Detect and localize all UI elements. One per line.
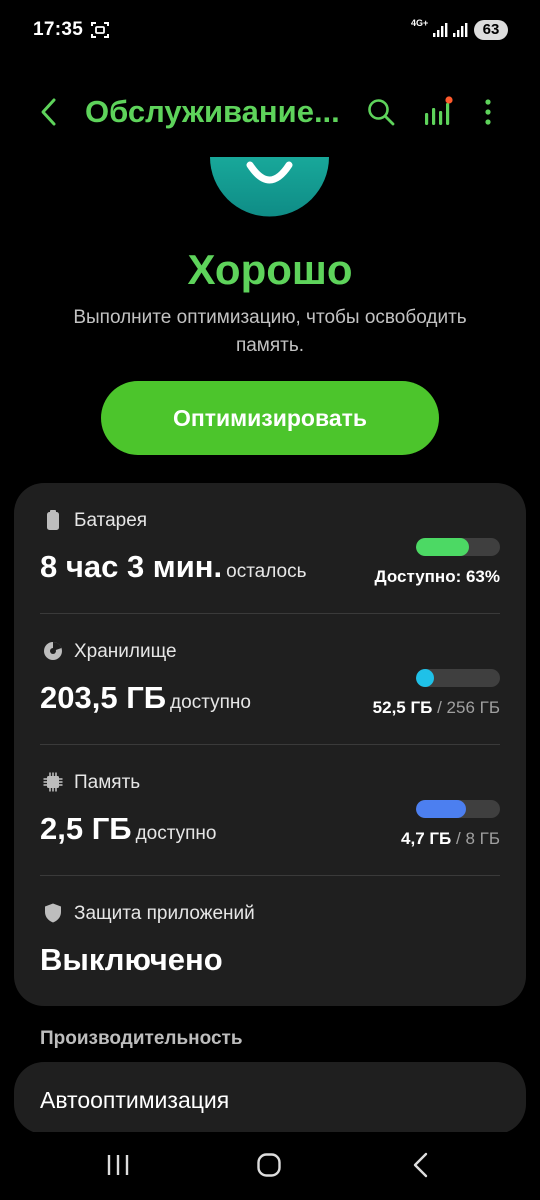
battery-row[interactable]: Батарея 8 час 3 мин. осталось Доступно: 6… (14, 483, 526, 614)
storage-pie-icon (44, 642, 62, 660)
stats-icon[interactable] (423, 95, 453, 127)
battery-detail: Доступно: 63% (375, 567, 500, 587)
battery-value: 8 час 3 мин. осталось (40, 549, 307, 585)
page-title: Обслуживание... (85, 94, 340, 129)
shield-icon (45, 903, 61, 923)
app-protection-value: Выключено (40, 942, 223, 978)
battery-level-badge: 63 (474, 20, 508, 40)
battery-icon (47, 510, 59, 530)
memory-progress-fill (416, 800, 466, 818)
memory-available-amount: 2,5 ГБ (40, 811, 132, 846)
memory-progress-bar (416, 800, 500, 818)
screen-record-icon (91, 22, 109, 38)
recents-icon[interactable] (105, 1152, 131, 1178)
battery-time-remaining: 8 час 3 мин. (40, 549, 223, 584)
status-description: Выполните оптимизацию, чтобы освободить … (73, 307, 467, 356)
storage-progress-fill (416, 669, 435, 687)
storage-total: 256 ГБ (446, 698, 500, 717)
signal-icon-sim2 (453, 23, 468, 37)
home-icon[interactable] (256, 1152, 282, 1178)
optimize-button[interactable]: Оптимизировать (101, 381, 439, 455)
storage-unit: доступно (170, 692, 251, 713)
storage-value: 203,5 ГБ доступно (40, 680, 251, 716)
nav-back-icon[interactable] (410, 1152, 432, 1178)
memory-row[interactable]: Память 2,5 ГБ доступно 4,7 ГБ / 8 ГБ (14, 745, 526, 876)
memory-value: 2,5 ГБ доступно (40, 811, 216, 847)
memory-used: 4,7 ГБ (401, 829, 452, 848)
navigation-bar (0, 1132, 540, 1200)
memory-detail: 4,7 ГБ / 8 ГБ (401, 829, 500, 849)
storage-detail: 52,5 ГБ / 256 ГБ (373, 698, 500, 718)
battery-label: Батарея (74, 510, 148, 531)
storage-separator: / (437, 698, 442, 717)
more-options-icon[interactable] (478, 96, 498, 128)
memory-total: 8 ГБ (465, 829, 500, 848)
storage-available-amount: 203,5 ГБ (40, 680, 167, 715)
back-arrow-icon[interactable] (36, 96, 62, 128)
app-protection-label: Защита приложений (74, 903, 255, 924)
storage-label: Хранилище (74, 641, 177, 662)
network-type: 4G+ (411, 18, 429, 28)
app-protection-status: Выключено (40, 942, 223, 977)
memory-chip-icon (43, 772, 63, 792)
app-protection-row[interactable]: Защита приложений Выключено (14, 876, 526, 1007)
memory-label: Память (74, 772, 141, 793)
memory-unit: доступно (135, 823, 217, 844)
smile-face-icon (210, 157, 329, 217)
battery-unit: осталось (226, 561, 307, 582)
battery-progress-fill (416, 538, 469, 556)
auto-optimization-label: Автооптимизация (40, 1087, 230, 1113)
auto-optimization-item[interactable]: Автооптимизация (14, 1062, 526, 1134)
search-icon[interactable] (366, 97, 396, 127)
performance-section-title: Производительность (40, 1028, 243, 1049)
device-care-card: Батарея 8 час 3 мин. осталось Доступно: 6… (14, 483, 526, 1006)
battery-available: Доступно: 63% (374, 567, 500, 586)
signal-icon (433, 23, 448, 37)
storage-used: 52,5 ГБ (372, 698, 433, 717)
memory-separator: / (455, 829, 461, 848)
battery-progress-bar (416, 538, 500, 556)
storage-progress-bar (416, 669, 500, 687)
status-bar: 17:35 4G+ 63 (0, 0, 540, 62)
app-header: Обслуживание... (0, 82, 540, 142)
storage-row[interactable]: Хранилище 203,5 ГБ доступно 52,5 ГБ / 256… (14, 614, 526, 745)
status-time: 17:35 (33, 19, 84, 40)
device-status: Хорошо (187, 246, 353, 293)
